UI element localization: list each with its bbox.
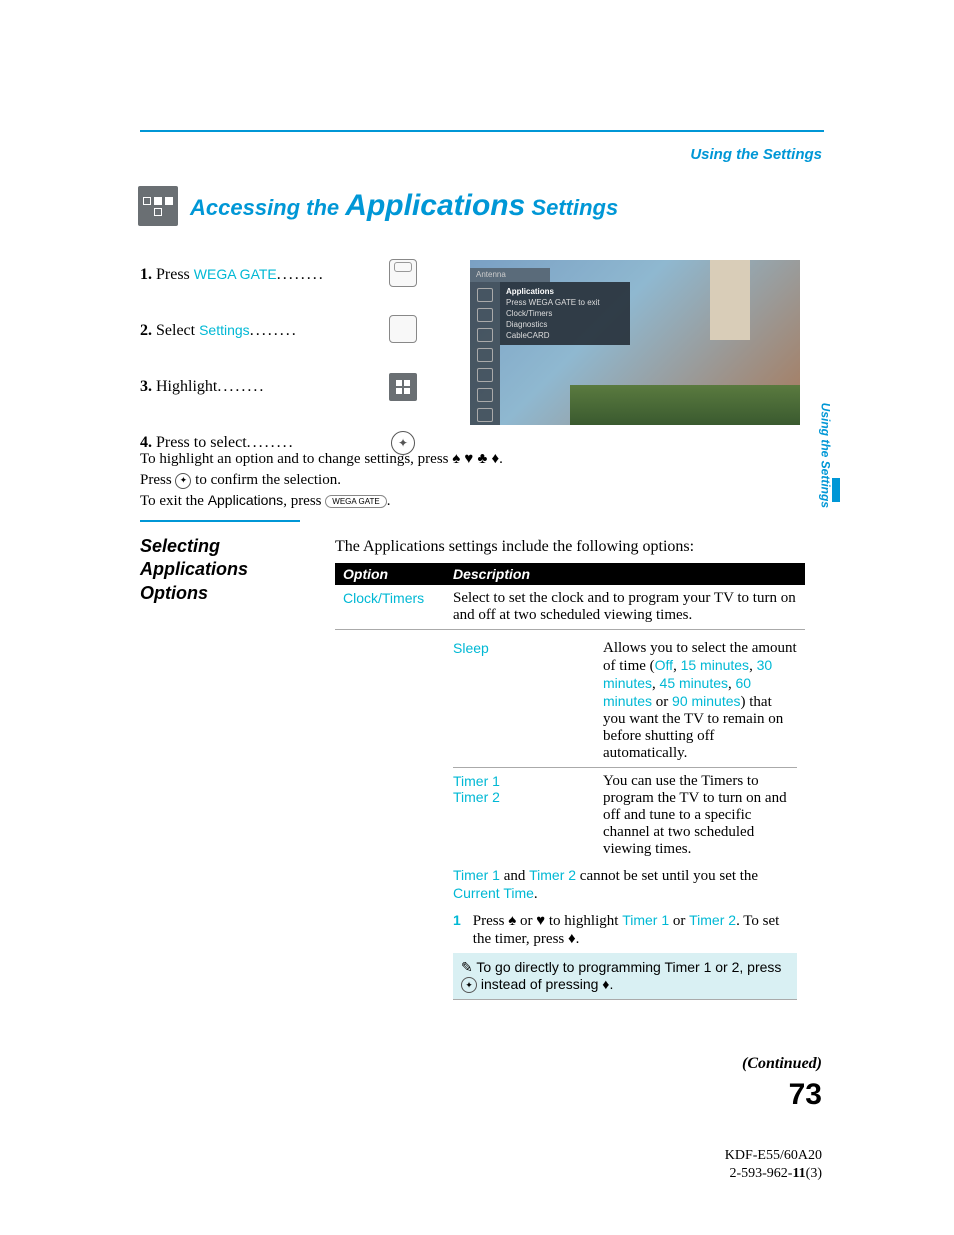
step-num: 3. (140, 378, 152, 395)
step-num: 2. (140, 322, 152, 339)
th-option: Option (343, 566, 453, 582)
sub-row: Timer 1 Timer 2 You can use the Timers t… (453, 768, 797, 863)
step-text: Press ♠ or ♥ to highlight Timer 1 or Tim… (473, 912, 789, 948)
step-3: 3. Highlight (140, 372, 420, 402)
page-number: 73 (789, 1078, 822, 1112)
title-prefix: Accessing the (190, 195, 345, 220)
step-verb: Press (156, 266, 194, 283)
table-row: Sleep Allows you to select the amount of… (335, 630, 805, 1005)
section-intro: The Applications settings include the fo… (335, 538, 694, 556)
option-desc: Select to set the clock and to program y… (453, 590, 797, 624)
timer2-label: Timer 2 (453, 789, 595, 805)
title-suffix: Settings (525, 195, 618, 220)
th-description: Description (453, 566, 530, 582)
section-rule (140, 520, 300, 522)
timer1-label: Timer 1 (453, 773, 595, 789)
timer-desc: You can use the Timers to program the TV… (603, 773, 797, 858)
instructions-block: To highlight an option and to change set… (140, 448, 800, 512)
tv-panel-title: Applications (506, 286, 624, 297)
tv-panel-item: CableCARD (506, 330, 624, 341)
select-button-icon: ✦ (461, 977, 477, 993)
tip-box: ✎ To go directly to programming Timer 1 … (453, 953, 797, 1000)
tv-sidebar (470, 282, 500, 425)
page-title: Accessing the Applications Settings (138, 186, 618, 226)
sleep-label: Sleep (453, 640, 603, 762)
applications-icon (138, 186, 178, 226)
step-1: 1. Press WEGA GATE (140, 260, 420, 290)
tv-panel-item: Clock/Timers (506, 308, 624, 319)
instr-text: Press (140, 472, 175, 488)
tv-menu-screenshot: Antenna Applications Press WEGA GATE to … (470, 260, 800, 425)
step-keyword: WEGA GATE (194, 266, 277, 282)
wega-gate-button-icon (386, 259, 420, 292)
title-main: Applications (345, 189, 525, 222)
applications-word: Applications (208, 492, 284, 508)
pencil-icon: ✎ (461, 959, 473, 975)
sub-row: Sleep Allows you to select the amount of… (453, 635, 797, 768)
timer-note: Timer 1 and Timer 2 cannot be set until … (453, 863, 797, 907)
side-tab: Using the Settings (814, 478, 832, 618)
step-verb: Highlight (156, 378, 217, 395)
sleep-desc: Allows you to select the amount of time … (603, 640, 797, 762)
instr-text: , press (283, 493, 325, 509)
instr-text: to confirm the selection. (191, 472, 341, 488)
wega-gate-button-icon: WEGA GATE (325, 495, 386, 508)
step-keyword: Settings (199, 322, 250, 338)
step-number: 1 (453, 912, 461, 948)
footer-model: KDF-E55/60A20 (725, 1147, 822, 1165)
option-label: Clock/Timers (343, 590, 453, 624)
continued-label: (Continued) (742, 1055, 822, 1073)
header-section-label: Using the Settings (690, 146, 822, 163)
footer-docnum: 2-593-962-11(3) (725, 1165, 822, 1183)
side-tab-label: Using the Settings (818, 403, 832, 508)
instr-text: . (387, 493, 391, 509)
table-row: Clock/Timers Select to set the clock and… (335, 585, 805, 630)
instr-text: To exit the (140, 493, 208, 509)
top-rule (140, 130, 824, 132)
instr-text: To highlight an option and to change set… (140, 451, 452, 467)
tv-panel-subtitle: Press WEGA GATE to exit (506, 297, 624, 308)
tv-panel-item: Diagnostics (506, 319, 624, 330)
settings-menu-icon (386, 315, 420, 348)
table-header: Option Description (335, 563, 805, 585)
options-table: Option Description Clock/Timers Select t… (335, 563, 805, 1005)
tv-topbar: Antenna (470, 268, 550, 282)
section-heading: Selecting Applications Options (140, 535, 310, 605)
tv-panel: Applications Press WEGA GATE to exit Clo… (500, 282, 630, 345)
select-button-icon: ✦ (175, 473, 191, 489)
arrow-icons: ♠ ♥ ♣ ♦ (452, 450, 499, 467)
step-2: 2. Select Settings (140, 316, 420, 346)
footer: KDF-E55/60A20 2-593-962-11(3) (725, 1147, 822, 1183)
numbered-step: 1 Press ♠ or ♥ to highlight Timer 1 or T… (453, 907, 797, 953)
step-verb: Select (156, 322, 199, 339)
applications-icon (386, 373, 420, 401)
step-num: 1. (140, 266, 152, 283)
